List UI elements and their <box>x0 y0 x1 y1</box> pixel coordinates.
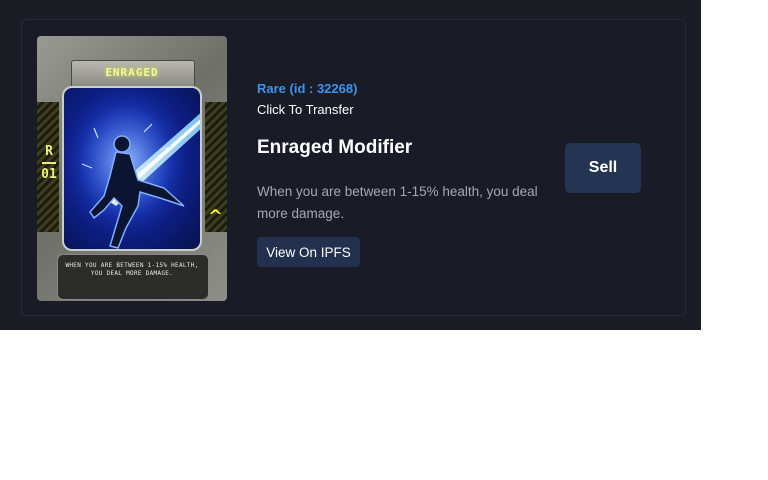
sell-button[interactable]: Sell <box>565 143 641 193</box>
art-rarity-marker: R 01 <box>41 144 57 182</box>
chevron-up-icon: ^ <box>207 206 223 227</box>
art-rarity-number: 01 <box>41 167 57 182</box>
art-rarity-divider <box>42 162 56 164</box>
art-illustration <box>62 86 202 251</box>
nft-card-artwork[interactable]: ENRAGED R 01 ^ WHEN YOU ARE BETWEEN 1-15… <box>37 36 227 301</box>
click-to-transfer-link[interactable]: Click To Transfer <box>257 102 354 117</box>
inventory-panel: ENRAGED R 01 ^ WHEN YOU ARE BETWEEN 1-15… <box>0 0 701 330</box>
art-rarity-letter: R <box>45 144 53 159</box>
art-title: ENRAGED <box>105 66 159 79</box>
view-on-ipfs-button[interactable]: View On IPFS <box>257 237 360 267</box>
art-description: WHEN YOU ARE BETWEEN 1-15% HEALTH, YOU D… <box>65 262 199 277</box>
enraged-figure-illustration <box>64 88 200 249</box>
rarity-label: Rare (id : 32268) <box>257 81 358 96</box>
card-description: When you are between 1-15% health, you d… <box>257 184 538 221</box>
card-title: Enraged Modifier <box>257 137 413 158</box>
